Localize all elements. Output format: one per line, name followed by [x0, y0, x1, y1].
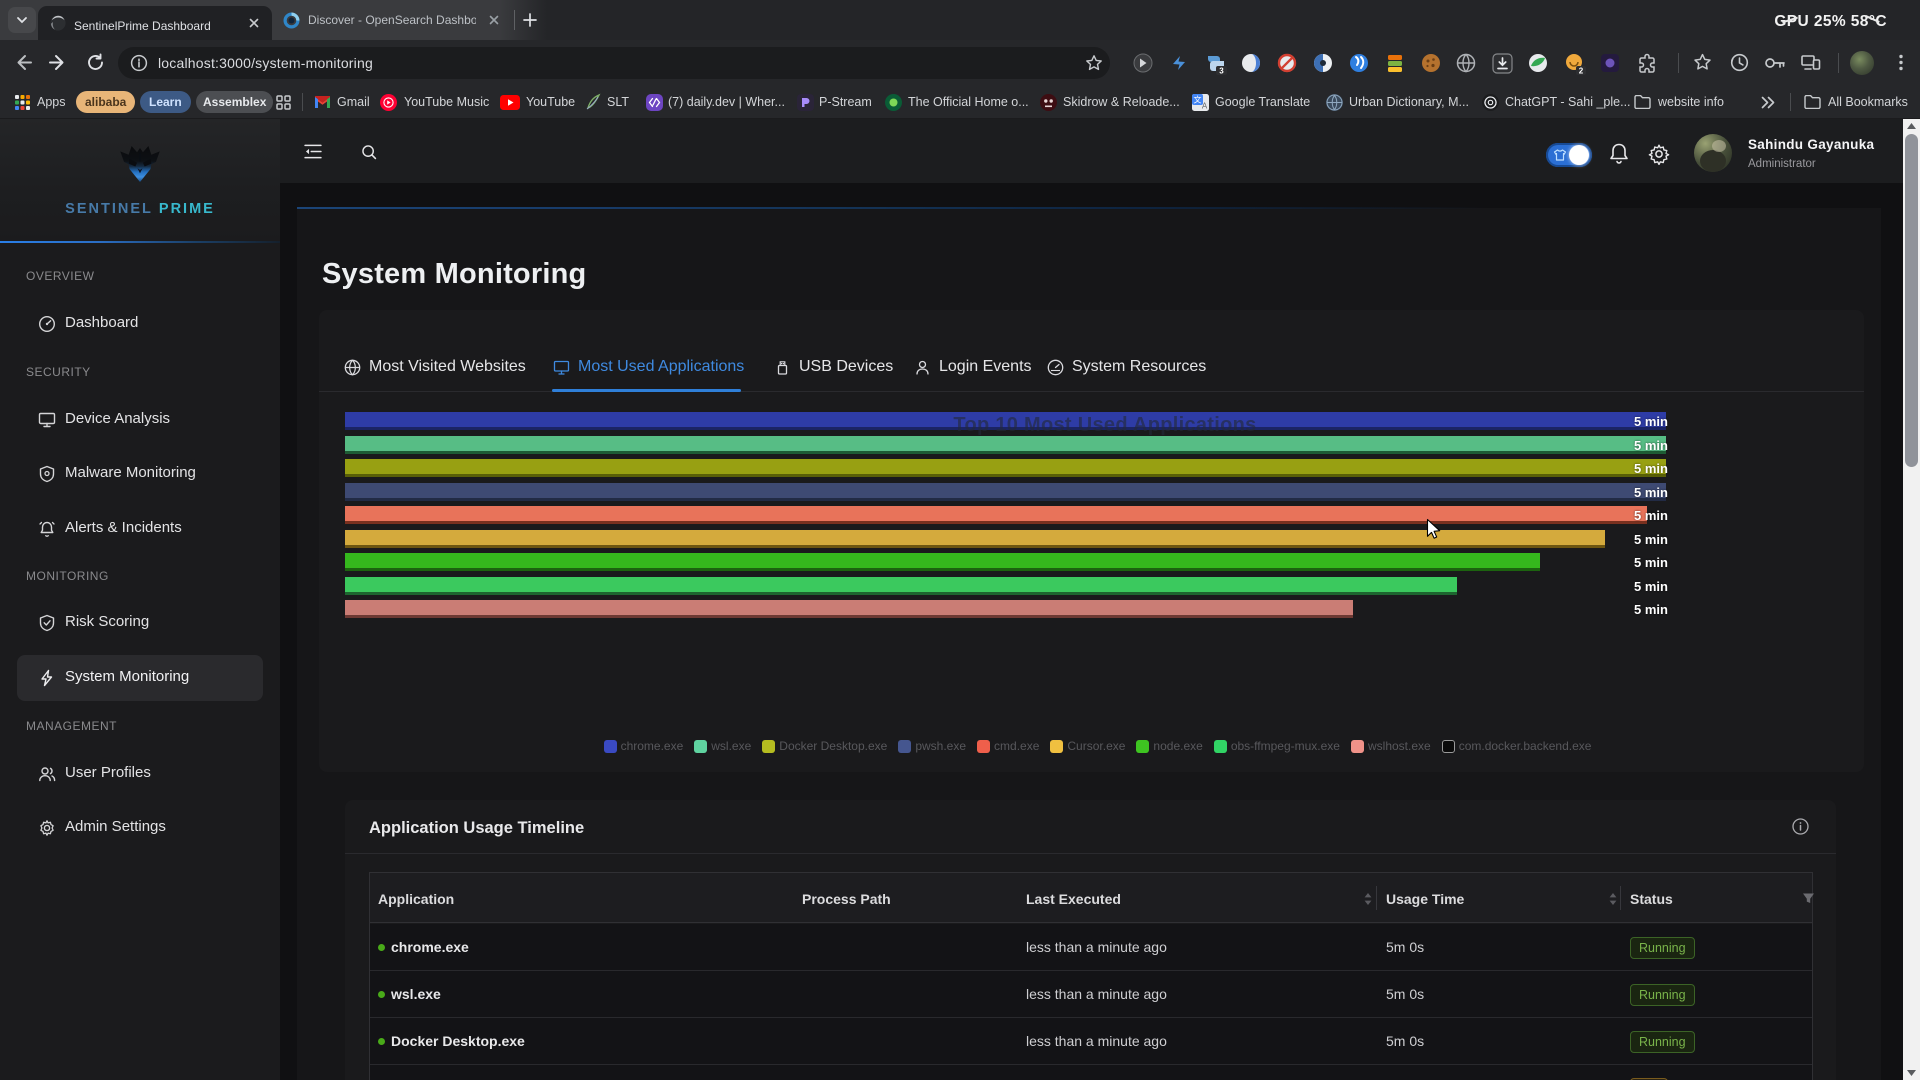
svg-text:2: 2 — [1579, 66, 1584, 75]
svg-text:文: 文 — [1194, 95, 1202, 105]
svg-text:A: A — [1202, 102, 1208, 111]
svg-text:3: 3 — [1219, 66, 1224, 75]
